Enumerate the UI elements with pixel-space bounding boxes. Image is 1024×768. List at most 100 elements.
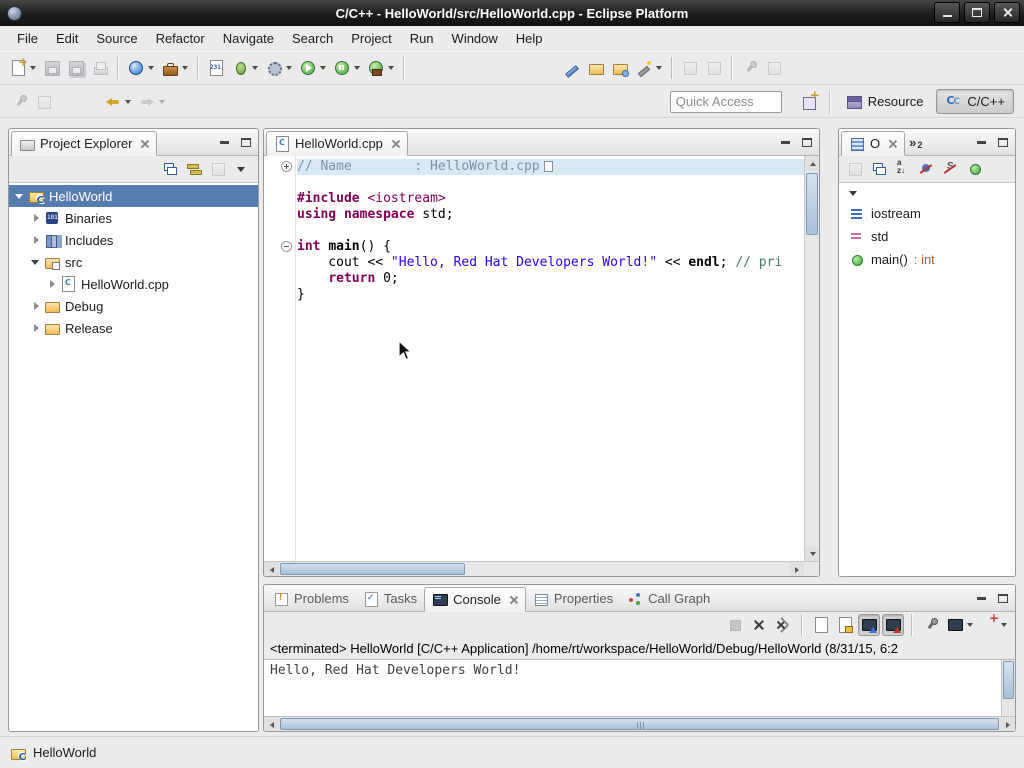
menu-project[interactable]: Project (342, 27, 400, 50)
dropdown-arrow-icon[interactable] (354, 66, 360, 70)
tab-call-graph[interactable]: Call Graph (620, 586, 717, 611)
dropdown-arrow-icon[interactable] (182, 66, 188, 70)
view-overflow-button[interactable]: »2 (909, 135, 922, 150)
outline-item-iostream[interactable]: iostream (839, 202, 1015, 225)
menu-window[interactable]: Window (443, 27, 507, 50)
hide-non-public-members-button[interactable] (964, 158, 986, 180)
hide-fields-button[interactable] (916, 158, 938, 180)
dropdown-arrow-icon[interactable] (125, 100, 131, 104)
editor-hscrollbar[interactable] (264, 561, 804, 576)
dropdown-arrow-icon[interactable] (656, 66, 662, 70)
code-area[interactable]: // Name : HelloWorld.cpp #include <iostr… (297, 156, 804, 561)
pin-console-button[interactable] (920, 614, 942, 636)
external-tools-button[interactable] (364, 55, 398, 81)
search-button[interactable] (632, 55, 666, 81)
scroll-up-icon[interactable] (805, 156, 820, 171)
show-stderr-changes-button[interactable] (882, 614, 904, 636)
dropdown-arrow-icon[interactable] (252, 66, 258, 70)
menu-edit[interactable]: Edit (47, 27, 87, 50)
hide-static-members-button[interactable] (940, 158, 962, 180)
expand-arrow-icon[interactable] (31, 235, 41, 245)
menu-navigate[interactable]: Navigate (214, 27, 283, 50)
folded-region-indicator[interactable] (544, 161, 553, 172)
dropdown-arrow-icon[interactable] (967, 623, 973, 627)
outline-item-std[interactable]: std (839, 225, 1015, 248)
scrollbar-thumb[interactable] (280, 563, 465, 575)
console-output-area[interactable]: Hello, Red Hat Developers World! (264, 659, 1015, 716)
tab-outline[interactable]: O (841, 131, 905, 156)
new-source-file-button[interactable] (560, 55, 584, 81)
collapse-all-button[interactable] (159, 158, 181, 180)
tree-item-src[interactable]: src (9, 251, 258, 273)
dropdown-arrow-icon[interactable] (286, 66, 292, 70)
view-menu-button[interactable] (231, 158, 253, 180)
collapse-arrow-icon[interactable] (31, 257, 41, 267)
build-button[interactable] (158, 55, 192, 81)
expand-arrow-icon[interactable] (31, 301, 41, 311)
scroll-down-icon[interactable] (805, 546, 820, 561)
scrollbar-thumb[interactable] (1003, 661, 1014, 699)
menu-source[interactable]: Source (87, 27, 146, 50)
tree-item-debug[interactable]: Debug (9, 295, 258, 317)
perspective-c-c[interactable]: C/C++ (936, 89, 1014, 114)
minimize-view-button[interactable] (775, 132, 795, 152)
collapse-all-button[interactable] (868, 158, 890, 180)
display-selected-console-button[interactable] (944, 614, 976, 636)
debug-button[interactable] (228, 55, 262, 81)
close-tab-icon[interactable] (140, 139, 149, 148)
tree-item-release[interactable]: Release (9, 317, 258, 339)
maximize-view-button[interactable] (993, 588, 1013, 608)
minimize-view-button[interactable] (971, 132, 991, 152)
console-vscrollbar[interactable] (1001, 660, 1015, 716)
tree-item-helloworld[interactable]: HelloWorld (9, 185, 258, 207)
coverage-button[interactable] (262, 55, 296, 81)
open-element-button[interactable] (584, 55, 608, 81)
menu-refactor[interactable]: Refactor (147, 27, 214, 50)
close-tab-icon[interactable] (391, 139, 400, 148)
tab-console[interactable]: Console (424, 587, 526, 612)
maximize-view-button[interactable] (236, 132, 256, 152)
open-web-browser-button[interactable] (124, 55, 158, 81)
tab-problems[interactable]: Problems (266, 586, 356, 611)
back-button[interactable] (101, 89, 135, 115)
code-editor[interactable]: // Name : HelloWorld.cpp #include <iostr… (264, 156, 819, 576)
outline-item-main[interactable]: main() : int (839, 248, 1015, 271)
collapse-arrow-icon[interactable] (15, 191, 25, 201)
tab-tasks[interactable]: Tasks (356, 586, 424, 611)
link-with-editor-button[interactable] (183, 158, 205, 180)
fold-margin[interactable] (264, 156, 296, 561)
scroll-right-icon[interactable] (1000, 717, 1015, 732)
dropdown-arrow-icon[interactable] (148, 66, 154, 70)
sort-button[interactable] (892, 158, 914, 180)
console-hscrollbar[interactable] (264, 716, 1015, 731)
maximize-view-button[interactable] (993, 132, 1013, 152)
chevron-down-icon[interactable] (849, 191, 857, 196)
tab-project-explorer[interactable]: Project Explorer (11, 131, 157, 156)
close-tab-icon[interactable] (509, 595, 518, 604)
maximize-button[interactable] (964, 2, 990, 23)
tree-item-helloworld-cpp[interactable]: HelloWorld.cpp (9, 273, 258, 295)
dropdown-arrow-icon[interactable] (388, 66, 394, 70)
minimize-view-button[interactable] (971, 588, 991, 608)
fold-expand-icon[interactable] (281, 161, 292, 172)
minimize-view-button[interactable] (214, 132, 234, 152)
close-tab-icon[interactable] (888, 139, 897, 148)
scrollbar-thumb[interactable] (280, 718, 999, 730)
scroll-lock-button[interactable] (834, 614, 856, 636)
tree-item-binaries[interactable]: Binaries (9, 207, 258, 229)
menu-run[interactable]: Run (401, 27, 443, 50)
editor-vscrollbar[interactable] (804, 156, 819, 561)
dropdown-arrow-icon[interactable] (30, 66, 36, 70)
scroll-left-icon[interactable] (264, 562, 279, 577)
close-button[interactable] (994, 2, 1020, 23)
dropdown-arrow-icon[interactable] (320, 66, 326, 70)
open-console-button[interactable] (978, 614, 1010, 636)
open-perspective-button[interactable] (798, 89, 822, 115)
minimize-button[interactable] (934, 2, 960, 23)
expand-arrow-icon[interactable] (31, 213, 41, 223)
menu-help[interactable]: Help (507, 27, 552, 50)
scrollbar-thumb[interactable] (806, 173, 818, 235)
remove-all-launches-button[interactable] (772, 614, 794, 636)
run-button[interactable] (296, 55, 330, 81)
maximize-view-button[interactable] (797, 132, 817, 152)
